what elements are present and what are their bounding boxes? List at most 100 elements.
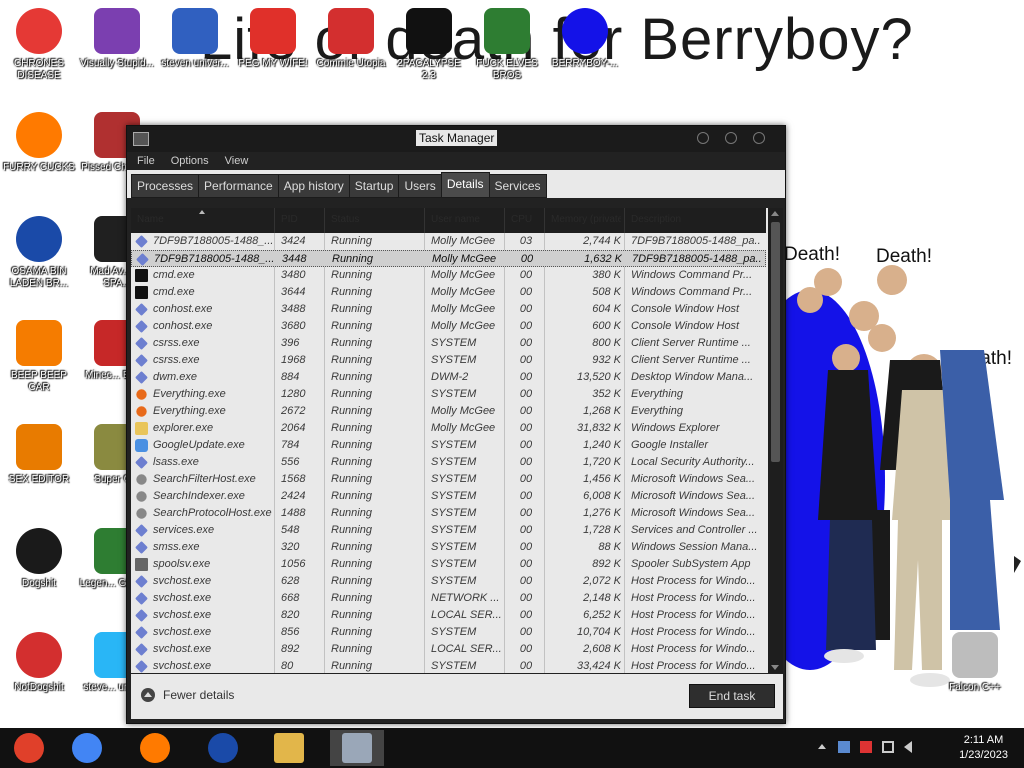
column-user-name[interactable]: User name bbox=[431, 214, 480, 225]
desktop-icon[interactable]: FUCK ELVES BROS bbox=[468, 8, 546, 82]
desktop-icon[interactable]: BERRYBOY-... bbox=[546, 8, 624, 70]
process-name: spoolsv.exe bbox=[153, 558, 211, 570]
process-cpu: 00 bbox=[519, 303, 533, 315]
process-user: Molly McGee bbox=[431, 286, 496, 298]
table-row[interactable]: SearchFilterHost.exe 1568 Running SYSTEM 00 1… bbox=[131, 471, 766, 488]
taskbar-button[interactable] bbox=[128, 730, 182, 766]
taskbar-button[interactable] bbox=[262, 730, 316, 766]
tab-details[interactable]: Details bbox=[440, 172, 490, 198]
desktop-icon[interactable]: Falcon C++ bbox=[936, 632, 1014, 694]
scroll-up-icon[interactable] bbox=[771, 211, 779, 216]
column-description[interactable]: Description bbox=[631, 214, 681, 225]
desktop-icon[interactable]: CHRONES DISEASE bbox=[0, 8, 78, 82]
tab-performance[interactable]: Performance bbox=[198, 174, 279, 198]
process-memory: 2,148 K bbox=[583, 592, 621, 604]
tab-users[interactable]: Users bbox=[398, 174, 442, 198]
menu-view[interactable]: View bbox=[225, 155, 249, 167]
table-row[interactable]: csrss.exe 396 Running SYSTEM 00 800 K Client S… bbox=[131, 335, 766, 352]
minimize-button[interactable] bbox=[697, 132, 709, 144]
table-row[interactable]: conhost.exe 3488 Running Molly McGee 00 604 K… bbox=[131, 301, 766, 318]
vertical-scrollbar[interactable] bbox=[768, 208, 783, 673]
desktop-icon[interactable]: BEEP BEEP CAR bbox=[0, 320, 78, 394]
process-user: LOCAL SER... bbox=[431, 609, 501, 621]
desktop-icon[interactable]: NotDogshit bbox=[0, 632, 78, 694]
table-row[interactable]: dwm.exe 884 Running DWM-2 00 13,520 K Desktop … bbox=[131, 369, 766, 386]
table-row[interactable]: Everything.exe 2672 Running Molly McGee 00 1,… bbox=[131, 403, 766, 420]
table-row[interactable]: lsass.exe 556 Running SYSTEM 00 1,720 K Local … bbox=[131, 454, 766, 471]
process-cpu: 00 bbox=[519, 592, 533, 604]
column-pid[interactable]: PID bbox=[281, 214, 298, 225]
table-row[interactable]: cmd.exe 3480 Running Molly McGee 00 380 K Wind… bbox=[131, 267, 766, 284]
table-row[interactable]: spoolsv.exe 1056 Running SYSTEM 00 892 K Spool… bbox=[131, 556, 766, 573]
process-status: Running bbox=[331, 371, 372, 383]
menu-options[interactable]: Options bbox=[171, 155, 209, 167]
process-description: Windows Explorer bbox=[631, 422, 720, 434]
table-row[interactable]: explorer.exe 2064 Running Molly McGee 00 31,8… bbox=[131, 420, 766, 437]
table-row[interactable]: conhost.exe 3680 Running Molly McGee 00 600 K… bbox=[131, 318, 766, 335]
desktop-icon[interactable]: steven univer... bbox=[156, 8, 234, 70]
column-memory[interactable]: Memory (private working set) bbox=[551, 214, 621, 225]
tab-services[interactable]: Services bbox=[488, 174, 547, 198]
table-row[interactable]: Everything.exe 1280 Running SYSTEM 00 352 K Ev… bbox=[131, 386, 766, 403]
fewer-details-button[interactable]: Fewer details bbox=[141, 688, 234, 702]
desktop-icon[interactable]: Commie Utopia bbox=[312, 8, 390, 70]
table-row[interactable]: smss.exe 320 Running SYSTEM 00 88 K Windows Se… bbox=[131, 539, 766, 556]
desktop-icon[interactable]: OSAMA BIN LADEN BR... bbox=[0, 216, 78, 290]
taskbar-button[interactable] bbox=[2, 730, 56, 766]
process-pid: 3680 bbox=[281, 320, 306, 332]
column-cpu[interactable]: CPU bbox=[511, 214, 532, 225]
show-hidden-icons-icon[interactable] bbox=[818, 744, 826, 749]
taskbar-button[interactable] bbox=[196, 730, 250, 766]
table-row[interactable]: svchost.exe 820 Running LOCAL SER... 00 6,252… bbox=[131, 607, 766, 624]
network-icon[interactable] bbox=[882, 741, 894, 753]
table-row[interactable]: GoogleUpdate.exe 784 Running SYSTEM 00 1,240 … bbox=[131, 437, 766, 454]
desktop-icon[interactable]: Visually Stupid... bbox=[78, 8, 156, 70]
process-name: conhost.exe bbox=[153, 320, 213, 332]
process-pid: 320 bbox=[281, 541, 300, 553]
scroll-down-icon[interactable] bbox=[771, 665, 779, 670]
desktop-icon[interactable]: 2PACALYPSE 2.3 bbox=[390, 8, 468, 82]
process-status: Running bbox=[331, 507, 372, 519]
menu-file[interactable]: File bbox=[137, 155, 155, 167]
table-row[interactable]: svchost.exe 668 Running NETWORK ... 00 2,148 … bbox=[131, 590, 766, 607]
desktop-icon[interactable]: SEX EDITOR bbox=[0, 424, 78, 486]
table-row[interactable]: svchost.exe 80 Running SYSTEM 00 33,424 K Host… bbox=[131, 658, 766, 673]
table-row[interactable]: csrss.exe 1968 Running SYSTEM 00 932 K Client … bbox=[131, 352, 766, 369]
table-row[interactable]: SearchIndexer.exe 2424 Running SYSTEM 00 6,00… bbox=[131, 488, 766, 505]
process-status: Running bbox=[332, 253, 373, 265]
table-row[interactable]: services.exe 548 Running SYSTEM 00 1,728 K Ser… bbox=[131, 522, 766, 539]
process-pid: 556 bbox=[281, 456, 300, 468]
title-bar[interactable]: Task Manager bbox=[127, 126, 785, 152]
desktop-icon[interactable]: Dogshit bbox=[0, 528, 78, 590]
table-row[interactable]: svchost.exe 856 Running SYSTEM 00 10,704 K Hos… bbox=[131, 624, 766, 641]
volume-icon[interactable] bbox=[904, 741, 912, 753]
maximize-button[interactable] bbox=[725, 132, 737, 144]
taskbar-button[interactable] bbox=[60, 730, 114, 766]
desktop-icon-label: FUCK ELVES BROS bbox=[476, 58, 538, 81]
clock[interactable]: 2:11 AM 1/23/2023 bbox=[959, 733, 1008, 763]
scroll-thumb[interactable] bbox=[771, 222, 780, 462]
obama-logo-icon bbox=[16, 216, 62, 262]
column-name[interactable]: Name bbox=[137, 214, 164, 225]
tab-app-history[interactable]: App history bbox=[277, 174, 350, 198]
tab-processes[interactable]: Processes bbox=[131, 174, 200, 198]
table-row[interactable]: cmd.exe 3644 Running Molly McGee 00 508 K Wind… bbox=[131, 284, 766, 301]
tab-startup[interactable]: Startup bbox=[348, 174, 400, 198]
process-description: Google Installer bbox=[631, 439, 709, 451]
table-row[interactable]: SearchProtocolHost.exe 1488 Running SYSTEM 0… bbox=[131, 505, 766, 522]
table-row[interactable]: 7DF9B7188005-1488_... 3424 Running Molly Mc… bbox=[131, 233, 766, 250]
process-cpu: 00 bbox=[519, 269, 533, 281]
desktop-icon[interactable]: FURRY CUCKS bbox=[0, 112, 78, 174]
end-task-button[interactable]: End task bbox=[689, 684, 775, 708]
action-center-icon[interactable] bbox=[838, 741, 850, 753]
process-memory: 6,252 K bbox=[583, 609, 621, 621]
table-row[interactable]: svchost.exe 892 Running LOCAL SER... 00 2,608… bbox=[131, 641, 766, 658]
process-description: Host Process for Windo... bbox=[631, 626, 756, 638]
close-button[interactable] bbox=[753, 132, 765, 144]
table-row[interactable]: 7DF9B7188005-1488_... 3448 Running Molly Mc… bbox=[131, 250, 766, 267]
taskbar-button[interactable] bbox=[330, 730, 384, 766]
column-status[interactable]: Status bbox=[331, 214, 359, 225]
table-row[interactable]: svchost.exe 628 Running SYSTEM 00 2,072 K Host… bbox=[131, 573, 766, 590]
desktop-icon[interactable]: PEG MY WIFE! bbox=[234, 8, 312, 70]
flag-icon[interactable] bbox=[860, 741, 872, 753]
